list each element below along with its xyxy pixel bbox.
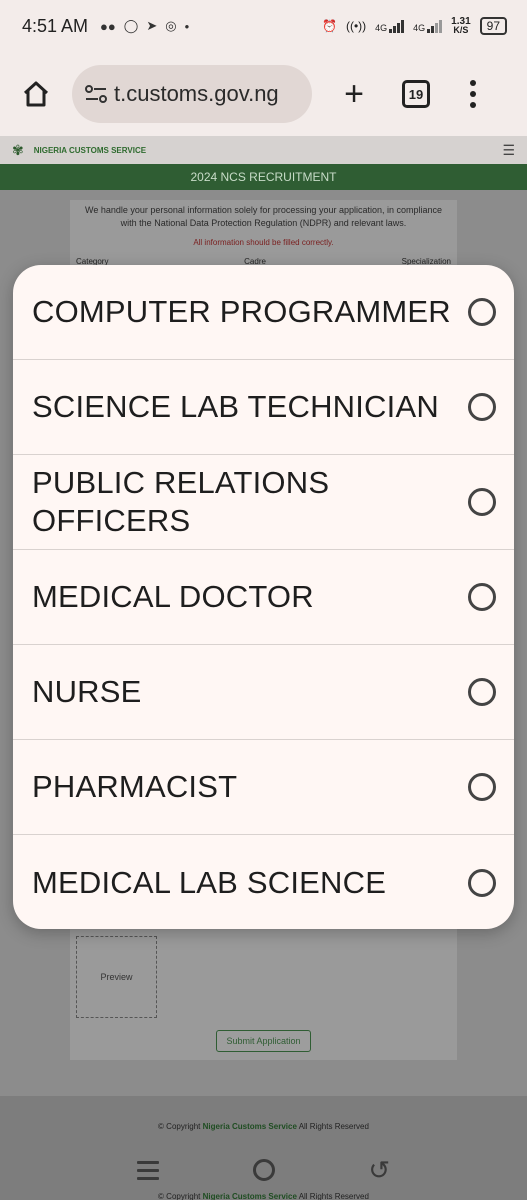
radio-unchecked-icon[interactable] xyxy=(468,773,496,801)
option-label: MEDICAL DOCTOR xyxy=(32,579,314,614)
customs-logo-icon: ✾ xyxy=(12,141,24,158)
option-pharmacist[interactable]: PHARMACIST xyxy=(13,740,514,835)
submit-application-button[interactable]: Submit Application xyxy=(216,1030,311,1052)
signal-bars-icon xyxy=(427,19,443,33)
option-label: MEDICAL LAB SCIENCE xyxy=(32,864,387,900)
notification-icons: ●● ◯ ➤ ◎ • xyxy=(100,18,189,34)
url-text: t.customs.gov.ng xyxy=(114,81,279,106)
whatsapp-icon: ◯ xyxy=(123,18,139,33)
radio-unchecked-icon[interactable] xyxy=(468,678,496,706)
option-nurse[interactable]: NURSE xyxy=(13,645,514,740)
option-label: SCIENCE LAB TECHNICIAN xyxy=(32,389,439,424)
alarm-icon: ⏰ xyxy=(322,19,337,33)
option-science-lab-technician[interactable]: SCIENCE LAB TECHNICIAN xyxy=(13,360,514,455)
option-computer-programmer[interactable]: COMPUTER PROGRAMMER xyxy=(13,265,514,360)
option-label: NURSE xyxy=(32,674,142,709)
system-nav-bar: ↺ xyxy=(0,1140,527,1200)
app-notification-icon: ●● xyxy=(100,18,116,34)
radio-unchecked-icon[interactable] xyxy=(468,393,496,421)
option-medical-doctor[interactable]: MEDICAL DOCTOR xyxy=(13,550,514,645)
specialization-picker-dialog: COMPUTER PROGRAMMER SCIENCE LAB TECHNICI… xyxy=(13,265,514,929)
privacy-notice: We handle your personal information sole… xyxy=(84,205,443,228)
radio-unchecked-icon[interactable] xyxy=(468,868,496,897)
home-nav-button[interactable] xyxy=(252,1159,275,1181)
site-settings-icon[interactable] xyxy=(84,83,108,105)
telegram-icon: ➤ xyxy=(146,18,158,33)
back-button[interactable]: ↺ xyxy=(368,1157,390,1183)
signal-bars-icon xyxy=(389,19,405,33)
status-right: ⏰ ((•)) 4G 4G 1.31 K/S 97 xyxy=(322,17,507,35)
field-row: Category Cadre Specialization xyxy=(70,247,457,266)
status-bar: 4:51 AM ●● ◯ ➤ ◎ • ⏰ ((•)) 4G 4G 1.31 K/S… xyxy=(0,0,527,52)
app-icon: ◎ xyxy=(165,18,177,33)
battery-icon: 97 xyxy=(479,17,507,35)
copyright-text: © Copyright Nigeria Customs Service All … xyxy=(158,1122,369,1131)
radio-unchecked-icon[interactable] xyxy=(468,488,496,516)
form-warning: All information should be filled correct… xyxy=(193,238,334,247)
new-tab-button[interactable]: + xyxy=(334,74,374,114)
site-header: ✾ NIGERIA CUSTOMS SERVICE ☰ xyxy=(0,136,527,164)
signal-2: 4G xyxy=(413,19,443,33)
home-icon xyxy=(23,81,49,107)
recents-button[interactable] xyxy=(136,1160,159,1180)
option-label: COMPUTER PROGRAMMER xyxy=(32,294,451,329)
tab-switcher-button[interactable]: 19 xyxy=(402,80,430,108)
option-label: PUBLIC RELATIONS OFFICERS xyxy=(32,465,330,538)
browser-toolbar: t.customs.gov.ng + 19 xyxy=(0,52,527,136)
radio-unchecked-icon[interactable] xyxy=(468,298,496,326)
status-time: 4:51 AM xyxy=(22,15,89,36)
option-medical-lab-science[interactable]: MEDICAL LAB SCIENCE xyxy=(13,835,514,929)
signal-1: 4G xyxy=(375,19,405,33)
hotspot-icon: ((•)) xyxy=(345,19,367,33)
net-speed: 1.31 K/S xyxy=(451,16,471,35)
option-label: PHARMACIST xyxy=(32,769,238,804)
more-dot-icon: • xyxy=(184,18,190,34)
plus-icon: + xyxy=(344,75,364,113)
browser-menu-button[interactable] xyxy=(470,80,476,108)
home-button[interactable] xyxy=(14,72,58,116)
address-bar[interactable]: t.customs.gov.ng xyxy=(72,65,312,123)
radio-unchecked-icon[interactable] xyxy=(468,583,496,611)
option-public-relations-officers[interactable]: PUBLIC RELATIONS OFFICERS xyxy=(13,455,514,550)
hamburger-menu-icon[interactable]: ☰ xyxy=(502,142,515,159)
site-name: NIGERIA CUSTOMS SERVICE xyxy=(33,145,147,155)
photo-preview: Preview xyxy=(76,936,157,1018)
page-banner: 2024 NCS RECRUITMENT xyxy=(0,164,527,190)
